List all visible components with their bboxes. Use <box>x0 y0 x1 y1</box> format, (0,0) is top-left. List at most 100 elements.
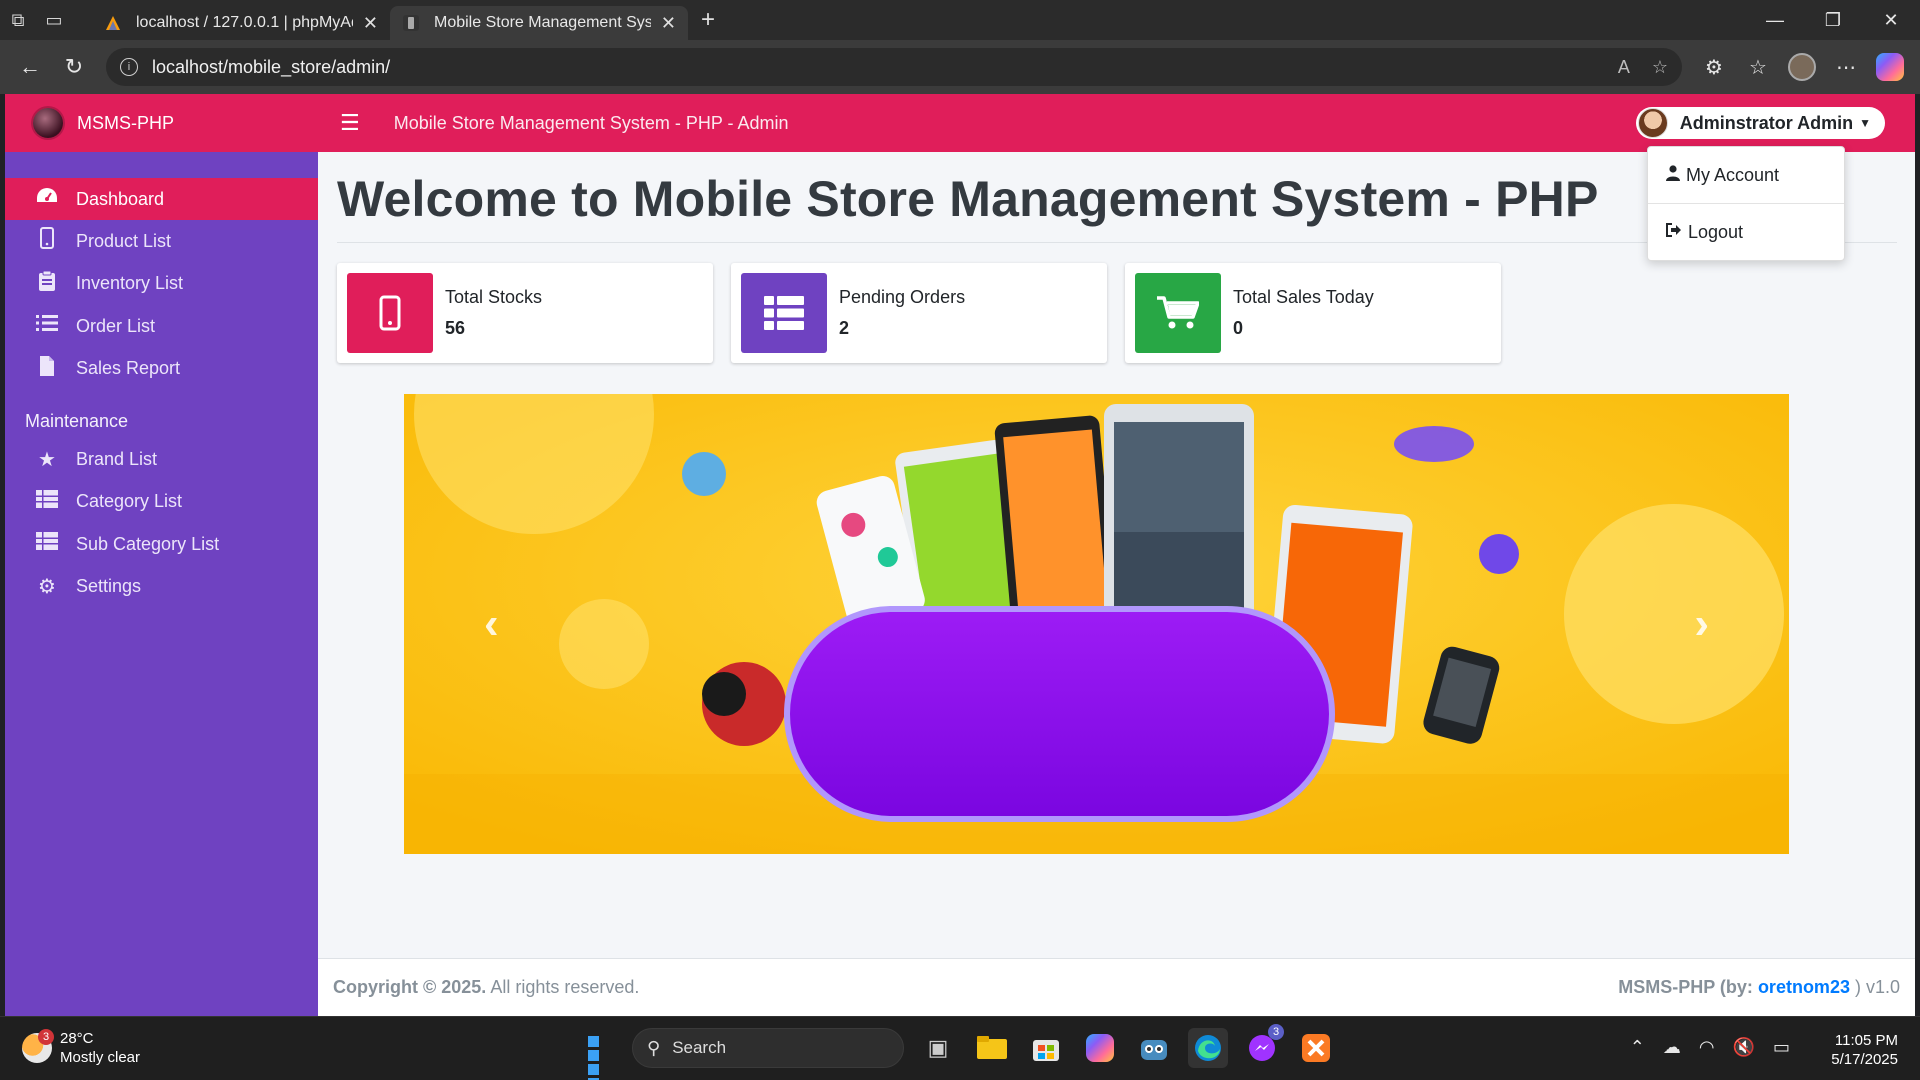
wifi-icon[interactable]: ◠ <box>1699 1037 1715 1058</box>
sidebar-item-label: Brand List <box>76 448 158 469</box>
info-box-label: Total Sales Today <box>1233 287 1374 307</box>
logout-link[interactable]: Logout <box>1648 204 1844 260</box>
main-area: ☰ Mobile Store Management System - PHP -… <box>318 94 1915 1016</box>
msms-favicon-icon <box>403 15 419 31</box>
brand-link[interactable]: MSMS-PHP <box>5 94 318 152</box>
xampp-icon[interactable] <box>1296 1028 1336 1068</box>
top-navbar: ☰ Mobile Store Management System - PHP -… <box>318 94 1915 152</box>
start-button[interactable] <box>580 1028 620 1080</box>
sidebar-item-sales-report[interactable]: Sales Report <box>5 348 318 390</box>
info-box-value: 0 <box>1233 318 1244 338</box>
carousel-next-icon[interactable]: › <box>1694 599 1709 649</box>
site-info-icon[interactable]: i <box>120 58 138 76</box>
new-tab-icon[interactable]: + <box>688 0 728 40</box>
credit: MSMS-PHP (by: oretnom23 ) v1.0 <box>1618 977 1900 998</box>
user-menu-button[interactable]: Adminstrator Admin ▼ <box>1635 107 1885 139</box>
extensions-icon[interactable]: ⚙ <box>1692 47 1736 87</box>
windows-taskbar: 3 28°C Mostly clear ⚲ Search ▣ 3 ⌃ ☁ ◠ 🔇… <box>0 1016 1920 1080</box>
weather-desc: Mostly clear <box>60 1049 141 1066</box>
sidebar-item-label: Order List <box>76 315 156 336</box>
mobile-icon <box>34 227 60 255</box>
banner-carousel[interactable]: ‹ › <box>404 394 1789 854</box>
page-footer: Copyright © 2025. All rights reserved. M… <box>318 958 1915 1016</box>
sidebar-item-inventory-list[interactable]: Inventory List <box>5 263 318 305</box>
sidebar-item-label: Dashboard <box>76 188 165 209</box>
clipboard-icon <box>34 270 60 298</box>
search-icon: ⚲ <box>647 1037 661 1058</box>
refresh-icon[interactable]: ↻ <box>52 47 96 87</box>
hamburger-menu-icon[interactable]: ☰ <box>340 110 360 136</box>
close-tab-icon[interactable]: ✕ <box>363 13 378 34</box>
tab-actions-icon[interactable]: ▭ <box>36 0 72 40</box>
file-icon <box>34 355 60 383</box>
sidebar-item-label: Inventory List <box>76 273 184 293</box>
browser-toolbar: ← ↻ i localhost/mobile_store/admin/ A ☆ … <box>0 40 1920 94</box>
close-window-icon[interactable]: ✕ <box>1862 0 1920 40</box>
back-icon[interactable]: ← <box>8 47 52 87</box>
sidebar-item-order-list[interactable]: Order List <box>5 305 318 347</box>
favorite-star-icon[interactable]: ☆ <box>1652 57 1668 78</box>
microsoft-store-icon[interactable] <box>1026 1028 1066 1068</box>
weather-temp: 28°C <box>60 1030 94 1047</box>
profile-avatar[interactable] <box>1780 47 1824 87</box>
restore-icon[interactable]: ❐ <box>1804 0 1862 40</box>
workspaces-icon[interactable]: ⧉ <box>0 0 36 40</box>
carousel-prev-icon[interactable]: ‹ <box>484 599 499 649</box>
sidebar-item-settings[interactable]: ⚙ Settings <box>5 566 318 608</box>
info-box-label: Total Stocks <box>445 287 543 307</box>
sidebar-item-label: Settings <box>76 576 142 596</box>
dashboard-icon <box>34 186 60 212</box>
user-icon <box>1666 164 1680 186</box>
maintenance-header: Maintenance <box>25 411 129 431</box>
tab-phpmyadmin[interactable]: localhost / 127.0.0.1 | phpMyAdm ✕ <box>92 6 390 40</box>
favorites-icon[interactable]: ☆ <box>1736 47 1780 87</box>
sidebar-item-label: Sub Category List <box>76 533 220 554</box>
weather-widget[interactable]: 3 28°C Mostly clear <box>22 1029 140 1067</box>
file-explorer-icon[interactable] <box>972 1028 1012 1068</box>
weather-icon: 3 <box>22 1029 54 1063</box>
author-link[interactable]: oretnom23 <box>1758 977 1850 997</box>
sidebar-item-brand-list[interactable]: ★ Brand List <box>5 438 318 480</box>
user-name: Adminstrator Admin <box>1679 112 1854 133</box>
sidebar-item-product-list[interactable]: Product List <box>5 220 318 262</box>
sidebar-item-category-list[interactable]: Category List <box>5 481 318 523</box>
messenger-badge: 3 <box>1268 1024 1284 1040</box>
copilot-icon[interactable] <box>1868 47 1912 87</box>
my-account-label: My Account <box>1686 164 1780 185</box>
url-text[interactable]: localhost/mobile_store/admin/ <box>152 57 1596 78</box>
speaker-muted-icon[interactable]: 🔇 <box>1733 1037 1755 1058</box>
battery-icon[interactable]: ▭ <box>1773 1037 1790 1058</box>
address-bar[interactable]: i localhost/mobile_store/admin/ A ☆ <box>106 48 1682 86</box>
list-icon <box>34 314 60 338</box>
read-aloud-icon[interactable]: A <box>1618 57 1630 78</box>
copilot-app-icon[interactable] <box>1080 1028 1120 1068</box>
credit-suffix: ) v1.0 <box>1849 977 1900 997</box>
sidebar-item-dashboard[interactable]: Dashboard <box>5 178 318 220</box>
tab-mobile-store[interactable]: Mobile Store Management Syster ✕ <box>390 6 688 40</box>
app-title[interactable]: Mobile Store Management System - PHP - A… <box>394 113 789 134</box>
task-view-icon[interactable]: ▣ <box>918 1028 958 1068</box>
cart-icon <box>1135 273 1221 353</box>
sidebar: MSMS-PHP Dashboard Product List Inventor… <box>5 94 318 1016</box>
search-placeholder: Search <box>672 1038 727 1057</box>
avatar <box>1637 108 1668 138</box>
tab-title: Mobile Store Management Syster <box>434 14 651 31</box>
onedrive-icon[interactable]: ☁ <box>1663 1037 1681 1058</box>
close-tab-icon[interactable]: ✕ <box>661 13 676 34</box>
credit-prefix: MSMS-PHP (by: <box>1618 977 1758 997</box>
messenger-icon[interactable]: 3 <box>1242 1024 1284 1068</box>
sidebar-item-label: Sales Report <box>76 358 181 378</box>
table-icon <box>741 273 827 353</box>
minimize-icon[interactable]: — <box>1746 0 1804 40</box>
taskbar-search[interactable]: ⚲ Search <box>632 1028 904 1068</box>
more-menu-icon[interactable]: ⋯ <box>1824 47 1868 87</box>
chevron-up-icon[interactable]: ⌃ <box>1630 1037 1645 1058</box>
clock[interactable]: 11:05 PM 5/17/2025 <box>1831 1031 1898 1069</box>
sidebar-item-sub-category-list[interactable]: Sub Category List <box>5 523 318 565</box>
info-box-value: 56 <box>445 318 466 338</box>
edge-browser-icon[interactable] <box>1188 1028 1228 1068</box>
browser-tabbar: ⧉ ▭ localhost / 127.0.0.1 | phpMyAdm ✕ M… <box>0 0 1920 40</box>
godot-icon[interactable] <box>1134 1028 1174 1068</box>
sidebar-item-label: Product List <box>76 230 172 251</box>
my-account-link[interactable]: My Account <box>1648 147 1844 203</box>
